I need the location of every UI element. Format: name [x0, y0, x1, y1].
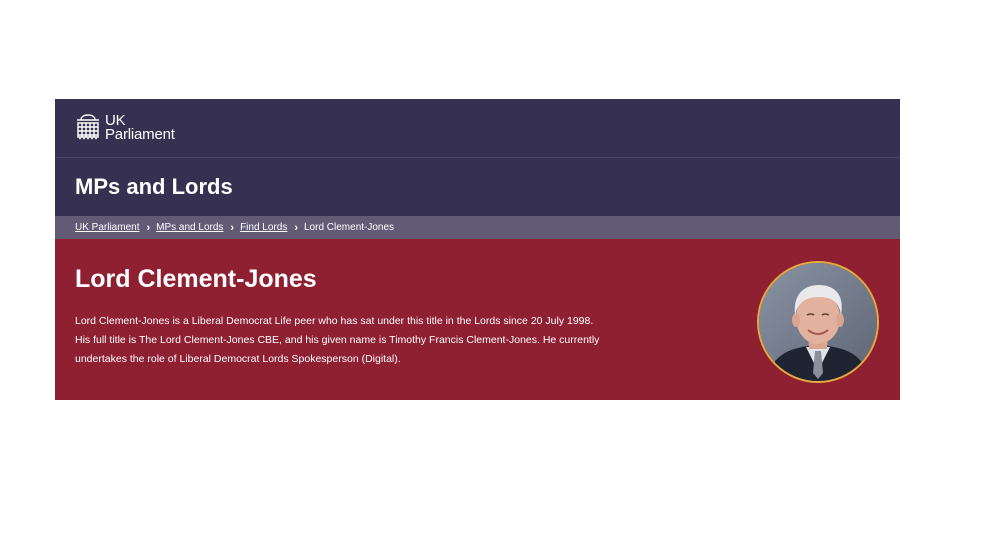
- logo-text: UK Parliament: [105, 113, 175, 143]
- breadcrumb: UK Parliament › MPs and Lords › Find Lor…: [55, 216, 900, 239]
- member-portrait: [757, 261, 879, 383]
- portcullis-icon: [75, 113, 101, 143]
- chevron-right-icon: ›: [230, 221, 235, 234]
- breadcrumb-link-find-lords[interactable]: Find Lords: [240, 222, 287, 233]
- breadcrumb-link-uk-parliament[interactable]: UK Parliament: [75, 222, 139, 233]
- chevron-right-icon: ›: [294, 221, 298, 234]
- section-title: MPs and Lords: [75, 174, 233, 199]
- breadcrumb-link-mps-and-lords[interactable]: MPs and Lords: [156, 222, 223, 233]
- member-name: Lord Clement-Jones: [75, 265, 317, 293]
- section-header: MPs and Lords: [55, 158, 900, 216]
- logo-line-2: Parliament: [105, 126, 175, 143]
- chevron-right-icon: ›: [146, 221, 151, 234]
- top-bar: UK Parliament: [55, 99, 900, 158]
- breadcrumb-current: Lord Clement-Jones: [304, 222, 395, 233]
- uk-parliament-logo-link[interactable]: UK Parliament: [75, 113, 175, 143]
- page-frame: UK Parliament MPs and Lords UK Parliamen…: [55, 99, 900, 400]
- portrait-photo: [759, 263, 877, 381]
- member-hero: Lord Clement-Jones Lord Clement-Jones is…: [55, 239, 900, 400]
- member-bio: Lord Clement-Jones is a Liberal Democrat…: [75, 315, 600, 365]
